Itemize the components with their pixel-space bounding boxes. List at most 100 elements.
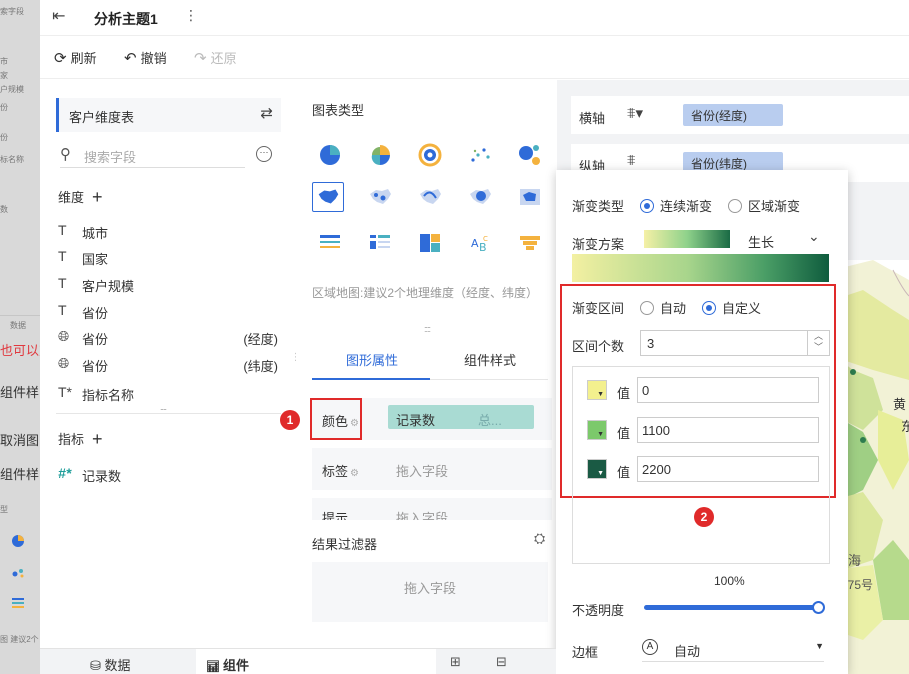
field-item[interactable]: T 城市 (58, 220, 278, 242)
color-field-name: 记录数 (396, 413, 436, 428)
tab-graphic-props[interactable]: 图形属性 (346, 350, 398, 369)
stepper-arrows[interactable]: ︿ ﹀ (807, 331, 829, 355)
value-input[interactable]: 0 (637, 377, 819, 403)
scatter-chart-icon[interactable] (464, 140, 496, 170)
add-component-icon[interactable]: ⊞ (450, 654, 461, 670)
bubble-chart-icon[interactable] (514, 140, 546, 170)
field-name: 省份 (82, 332, 109, 347)
color-swatch[interactable]: ▼ (587, 380, 607, 400)
tab-data[interactable]: ⛁ 数据 (90, 649, 190, 674)
filter-settings-icon[interactable]: ⛭ (534, 530, 545, 547)
region-map-icon[interactable] (312, 182, 344, 212)
map-label: 东 (901, 419, 909, 434)
field-item[interactable]: #* 记录数 (58, 463, 278, 485)
scheme-name[interactable]: 生长 (748, 232, 774, 251)
field-item[interactable]: T* 指标名称 (58, 382, 278, 404)
detail-table-icon[interactable] (314, 228, 346, 258)
funnel-chart-icon[interactable] (514, 228, 546, 258)
color-swatch[interactable]: ▼ (587, 459, 607, 479)
sunburst-chart-icon[interactable] (414, 140, 446, 170)
undo-icon: ↶ (124, 50, 137, 67)
flow-map-icon[interactable] (414, 182, 446, 212)
x-axis-field[interactable]: 省份(经度) (683, 104, 783, 126)
color-swatch[interactable]: ▼ (587, 420, 607, 440)
add-dimension-icon[interactable]: + (92, 187, 103, 207)
gradient-type-label: 渐变类型 (572, 199, 625, 214)
text-type-icon: T (58, 222, 67, 238)
table-selector[interactable]: 客户维度表 ⇄ (56, 98, 281, 132)
add-dashboard-icon[interactable]: ⊟ (496, 654, 507, 670)
axis-setting-icon[interactable]: ⩨▾ (627, 104, 643, 122)
gradient-type-row: 渐变类型 连续渐变 区域渐变 (572, 196, 800, 215)
axis-setting-icon[interactable]: ⩨ (627, 152, 635, 169)
bg-red-text: 也可以对 (0, 343, 40, 358)
more-icon[interactable]: ⋮ (184, 7, 198, 24)
bg-tab-data: 数据 (10, 321, 26, 330)
refresh-icon: ⟳ (54, 50, 67, 67)
refresh-button[interactable]: ⟳ 刷新 (54, 48, 97, 67)
field-item[interactable]: T 国家 (58, 246, 278, 268)
switch-table-icon[interactable]: ⇄ (260, 104, 273, 122)
bottom-tab-bar: ⛁ 数据 📊︎ 组件 ⊞ ⊟ (40, 648, 556, 674)
radio-region[interactable]: 区域渐变 (728, 196, 800, 215)
interval-count-stepper[interactable]: 3 ︿ ﹀ (640, 330, 830, 356)
value-input[interactable]: 2200 (637, 456, 819, 482)
redo-button[interactable]: ↷ 还原 (194, 48, 237, 67)
bg-text: 市 (0, 57, 8, 66)
tab-component-label: 组件 (223, 658, 250, 673)
bitmap-map-icon[interactable] (514, 182, 546, 212)
bg-text: 份 (0, 133, 8, 142)
heat-map-icon[interactable] (464, 182, 496, 212)
field-name: 省份 (82, 359, 109, 374)
cross-table-icon[interactable] (364, 228, 396, 258)
interval-value-row: ▼ 值 2200 (587, 456, 819, 482)
field-name: 指标名称 (82, 388, 135, 403)
opacity-slider-handle[interactable] (812, 601, 825, 614)
toolbar: ⟳ 刷新 ↶ 撤销 ↷ 还原 (40, 37, 909, 79)
more-options-icon[interactable]: ··· (256, 146, 272, 162)
undo-label: 撤销 (140, 51, 167, 66)
exit-icon[interactable]: ⇤ (52, 6, 65, 26)
field-item[interactable]: 🌐︎ 省份 (纬度) (58, 353, 278, 375)
field-item[interactable]: T 省份 (58, 300, 278, 322)
resize-grip[interactable]: :::: (160, 406, 167, 416)
radio-auto[interactable]: 自动 (640, 298, 686, 317)
chart-icon: 📊︎ (206, 661, 224, 673)
color-field-pill[interactable]: 记录数 总... (388, 405, 534, 429)
point-map-icon[interactable] (364, 182, 396, 212)
border-value: 自动 (674, 644, 701, 659)
treemap-icon[interactable] (414, 228, 446, 258)
field-name: 客户规模 (82, 279, 135, 294)
value-input[interactable]: 1100 (637, 417, 819, 443)
chevron-down-icon[interactable]: ⌄ (808, 228, 820, 245)
tip-prop-row[interactable]: 提示 拖入字段 (312, 498, 552, 520)
add-measure-icon[interactable]: + (92, 429, 103, 449)
field-item[interactable]: 🌐︎ 省份 (经度) (58, 326, 278, 348)
field-item[interactable]: T 客户规模 (58, 273, 278, 295)
label-prop-row[interactable]: 标签 ⚙ 拖入字段 (312, 448, 552, 490)
field-name: 记录数 (82, 469, 122, 484)
opacity-slider[interactable] (644, 605, 820, 610)
x-axis-row[interactable]: 横轴 ⩨▾ 省份(经度) (571, 96, 909, 134)
interval-row: 渐变区间 自动 自定义 (572, 298, 761, 317)
border-select[interactable]: A 自动 ▼ (642, 638, 824, 662)
interval-value-row: ▼ 值 0 (587, 377, 819, 403)
radio-custom[interactable]: 自定义 (702, 298, 761, 317)
highlight-box (310, 398, 362, 440)
search-placeholder: 搜索字段 (84, 150, 137, 165)
gear-icon[interactable]: ⚙ (350, 468, 359, 479)
bg-text: 家 (0, 71, 8, 80)
filter-drop-zone[interactable]: 拖入字段 (312, 562, 548, 622)
bg-chart-icon (12, 598, 24, 608)
rose-chart-icon[interactable] (364, 140, 396, 170)
resize-grip[interactable]: :::: (424, 324, 431, 334)
tab-component-style[interactable]: 组件样式 (464, 350, 516, 369)
radio-continuous[interactable]: 连续渐变 (640, 196, 712, 215)
tab-component[interactable]: 📊︎ 组件 (196, 649, 436, 674)
pie-chart-icon[interactable] (314, 140, 346, 170)
filter-drop-hint: 拖入字段 (404, 581, 457, 596)
field-search[interactable]: ⚲ 搜索字段 (60, 144, 245, 168)
word-cloud-icon[interactable]: A BC (464, 228, 496, 258)
undo-button[interactable]: ↶ 撤销 (124, 48, 167, 67)
scheme-preview[interactable] (644, 230, 730, 248)
